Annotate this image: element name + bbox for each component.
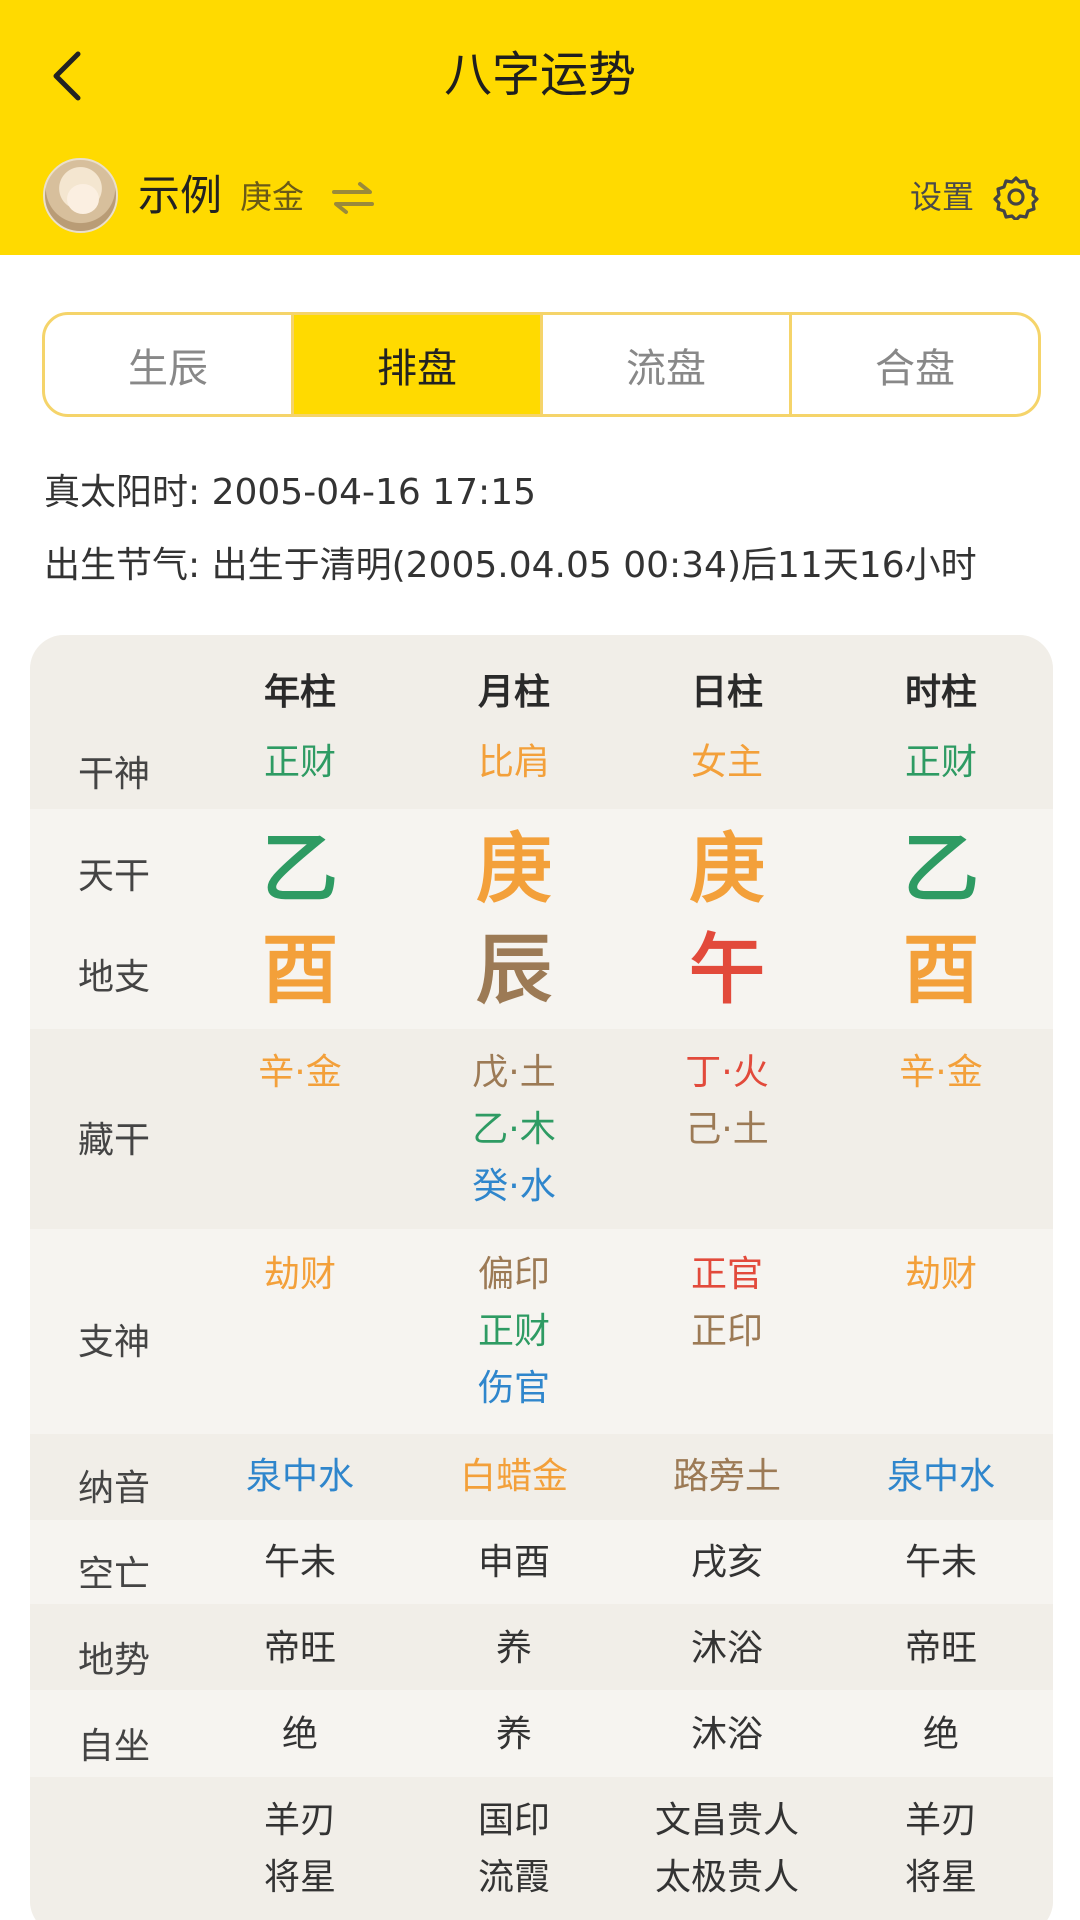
- avatar[interactable]: [43, 158, 118, 233]
- zhishen-day-1: 正官: [690, 1254, 763, 1295]
- zhishen-month-3: 伤官: [477, 1368, 550, 1409]
- profile-element: 庚金: [240, 178, 305, 216]
- bazi-chart-card: 干神 天干 地支 藏干 支神 纳音 空亡 地势 自坐 年柱 月柱 日柱 时柱 正…: [30, 635, 1053, 1920]
- label-ganshen: 干神: [78, 754, 151, 795]
- jieqi-value: 出生于清明(2005.04.05 00:34)后11天16小时: [211, 545, 977, 586]
- shensha-day-2: 太极贵人: [654, 1857, 799, 1898]
- page-title: 八字运势: [443, 47, 636, 103]
- tiangan-day: 庚: [689, 824, 765, 913]
- canggan-month-3: 癸·水: [472, 1166, 556, 1207]
- canggan-month-1: 戊·土: [472, 1052, 556, 1093]
- dishi-hour: 帝旺: [904, 1628, 977, 1669]
- canggan-day-2: 己·土: [685, 1109, 769, 1150]
- col-header-hour: 时柱: [904, 672, 977, 713]
- ganshen-hour: 正财: [904, 742, 977, 783]
- zizuo-year: 绝: [281, 1714, 318, 1755]
- swap-icon[interactable]: [330, 178, 376, 218]
- dizhi-month: 辰: [476, 925, 552, 1014]
- zhishen-hour-1: 劫财: [904, 1254, 977, 1295]
- dishi-month: 养: [495, 1628, 532, 1669]
- zhishen-month-2: 正财: [477, 1311, 550, 1352]
- shensha-month-1: 国印: [477, 1800, 550, 1841]
- dizhi-day: 午: [689, 925, 765, 1014]
- canggan-hour-1: 辛·金: [899, 1052, 983, 1093]
- kongwang-day: 戌亥: [690, 1542, 763, 1583]
- ganshen-year: 正财: [263, 742, 336, 783]
- band-shensha: [30, 1777, 1053, 1920]
- nayin-hour: 泉中水: [886, 1456, 995, 1497]
- label-nayin: 纳音: [78, 1468, 151, 1509]
- nayin-month: 白蜡金: [459, 1456, 568, 1497]
- profile-name[interactable]: 示例: [138, 166, 222, 226]
- dishi-year: 帝旺: [263, 1628, 336, 1669]
- zhishen-month-1: 偏印: [477, 1254, 550, 1295]
- dizhi-hour: 酉: [903, 925, 979, 1014]
- label-canggan: 藏干: [78, 1120, 151, 1161]
- zizuo-day: 沐浴: [690, 1714, 763, 1755]
- shensha-year-2: 将星: [263, 1857, 336, 1898]
- dishi-day: 沐浴: [690, 1628, 763, 1669]
- label-zhishen: 支神: [78, 1322, 151, 1363]
- shensha-month-2: 流霞: [477, 1857, 550, 1898]
- jieqi-label: 出生节气:: [44, 545, 201, 586]
- label-zizuo: 自坐: [78, 1726, 151, 1767]
- col-header-month: 月柱: [477, 672, 550, 713]
- shensha-hour-2: 将星: [904, 1857, 977, 1898]
- label-kongwang: 空亡: [78, 1554, 151, 1595]
- zizuo-month: 养: [495, 1714, 532, 1755]
- header-bar: 八字运势 示例 庚金 设置: [0, 0, 1080, 255]
- tab-shengchen[interactable]: 生辰: [45, 315, 294, 414]
- jieqi-line: 出生节气: 出生于清明(2005.04.05 00:34)后11天16小时: [44, 541, 977, 591]
- tiangan-year: 乙: [262, 824, 338, 913]
- zhishen-year-1: 劫财: [263, 1254, 336, 1295]
- tab-liupan[interactable]: 流盘: [543, 315, 792, 414]
- tab-paipan[interactable]: 排盘: [294, 315, 543, 414]
- canggan-year-1: 辛·金: [258, 1052, 342, 1093]
- solar-time-line: 真太阳时: 2005-04-16 17:15: [44, 468, 536, 518]
- shensha-day-1: 文昌贵人: [654, 1800, 799, 1841]
- nayin-day: 路旁土: [672, 1456, 781, 1497]
- tab-bar: 生辰 排盘 流盘 合盘: [42, 312, 1041, 417]
- tab-hepan[interactable]: 合盘: [792, 315, 1038, 414]
- dizhi-year: 酉: [262, 925, 338, 1014]
- tiangan-month: 庚: [476, 824, 552, 913]
- shensha-year-1: 羊刃: [263, 1800, 336, 1841]
- shensha-hour-1: 羊刃: [904, 1800, 977, 1841]
- settings-label[interactable]: 设置: [910, 174, 974, 220]
- solar-time-value: 2005-04-16 17:15: [211, 472, 536, 513]
- zizuo-hour: 绝: [922, 1714, 959, 1755]
- canggan-day-1: 丁·火: [685, 1052, 769, 1093]
- label-dizhi: 地支: [78, 957, 151, 998]
- col-header-year: 年柱: [263, 672, 336, 713]
- solar-time-label: 真太阳时:: [44, 472, 201, 513]
- label-tiangan: 天干: [78, 856, 151, 897]
- canggan-month-2: 乙·木: [472, 1109, 556, 1150]
- ganshen-month: 比肩: [477, 742, 550, 783]
- tiangan-hour: 乙: [903, 824, 979, 913]
- kongwang-month: 申酉: [477, 1542, 550, 1583]
- label-dishi: 地势: [78, 1640, 151, 1681]
- col-header-day: 日柱: [690, 672, 763, 713]
- kongwang-hour: 午未: [904, 1542, 977, 1583]
- gear-icon[interactable]: [993, 174, 1039, 220]
- ganshen-day: 女主: [690, 742, 763, 783]
- nayin-year: 泉中水: [245, 1456, 354, 1497]
- zhishen-day-2: 正印: [690, 1311, 763, 1352]
- kongwang-year: 午未: [263, 1542, 336, 1583]
